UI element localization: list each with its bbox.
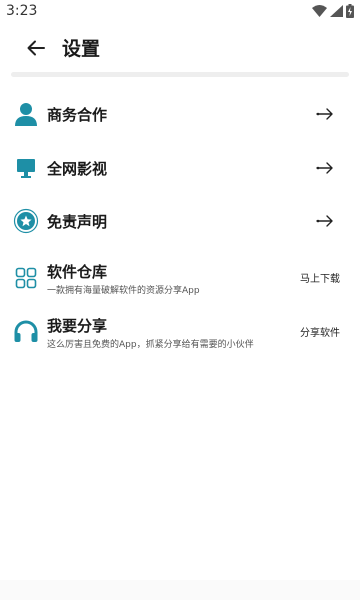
feature-item-share[interactable]: 我要分享 这么厉害且免费的App，抓紧分享给有需要的小伙伴 分享软件 — [0, 310, 360, 354]
header-divider — [11, 72, 349, 77]
status-time: 3:23 — [6, 3, 38, 19]
back-arrow-icon — [27, 40, 45, 56]
headphones-icon — [12, 318, 40, 346]
feature-item-label: 我要分享 — [47, 317, 108, 335]
monitor-icon — [12, 154, 40, 182]
navigation-area — [0, 580, 360, 600]
feature-item-software-store[interactable]: 软件仓库 一款拥有海量破解软件的资源分享App 马上下载 — [0, 256, 360, 300]
menu-item-movies[interactable]: 全网影视 — [0, 146, 360, 190]
menu-item-label: 免责声明 — [47, 213, 108, 231]
wifi-icon — [312, 5, 327, 17]
page-title: 设置 — [62, 38, 101, 60]
status-icons — [312, 4, 354, 18]
person-icon — [12, 100, 40, 128]
star-badge-icon — [12, 207, 40, 235]
menu-item-business[interactable]: 商务合作 — [0, 92, 360, 136]
menu-item-label: 商务合作 — [47, 106, 108, 124]
back-button[interactable] — [24, 36, 48, 60]
arrow-right-icon — [316, 108, 333, 120]
arrow-right-icon — [316, 162, 333, 174]
signal-icon — [330, 5, 343, 17]
arrow-right-icon — [316, 215, 333, 227]
menu-item-label: 全网影视 — [47, 160, 108, 178]
battery-icon — [346, 4, 354, 18]
feature-item-label: 软件仓库 — [47, 263, 108, 281]
menu-item-disclaimer[interactable]: 免责声明 — [0, 199, 360, 243]
apps-grid-icon — [12, 264, 40, 292]
download-now-button[interactable]: 马上下载 — [300, 270, 340, 285]
feature-item-subtitle: 这么厉害且免费的App，抓紧分享给有需要的小伙伴 — [47, 340, 254, 350]
status-bar: 3:23 — [0, 0, 360, 24]
app-bar: 设置 — [0, 28, 360, 68]
share-app-button[interactable]: 分享软件 — [300, 324, 340, 339]
feature-item-subtitle: 一款拥有海量破解软件的资源分享App — [47, 286, 200, 296]
